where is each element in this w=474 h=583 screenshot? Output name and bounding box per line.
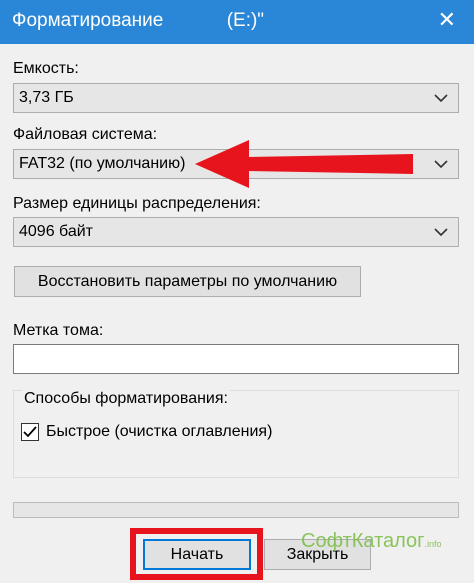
capacity-value: 3,73 ГБ [19,89,74,106]
restore-defaults-button[interactable]: Восстановить параметры по умолчанию [14,266,361,297]
chevron-down-icon [434,160,448,169]
filesystem-value: FAT32 (по умолчанию) [19,155,186,172]
volume-label-label: Метка тома: [13,322,104,339]
capacity-label: Емкость: [13,60,79,77]
watermark-text: СофтКаталог [301,530,425,552]
allocation-value: 4096 байт [19,223,93,240]
capacity-select[interactable]: 3,73 ГБ [13,83,459,113]
watermark-suffix: .info [424,539,442,549]
format-options-label: Способы форматирования: [22,390,230,408]
window-title: Форматирование (E:)" [12,10,265,31]
allocation-label: Размер единицы распределения: [13,195,261,212]
checkmark-icon [23,426,37,438]
filesystem-label: Файловая система: [13,126,158,143]
progress-bar [13,502,459,518]
start-highlight-box [130,528,263,580]
volume-label-input[interactable] [13,344,459,374]
red-arrow-annotation [195,140,413,188]
title-bar: Форматирование (E:)" ✕ [0,0,474,44]
chevron-down-icon [434,228,448,237]
quick-format-label: Быстрое (очистка оглавления) [46,423,273,440]
watermark: СофтКаталог.info [301,530,441,553]
allocation-select[interactable]: 4096 байт [13,217,459,247]
quick-format-checkbox[interactable] [21,423,39,441]
chevron-down-icon [434,94,448,103]
close-icon[interactable]: ✕ [438,9,456,31]
restore-defaults-label: Восстановить параметры по умолчанию [37,273,338,290]
